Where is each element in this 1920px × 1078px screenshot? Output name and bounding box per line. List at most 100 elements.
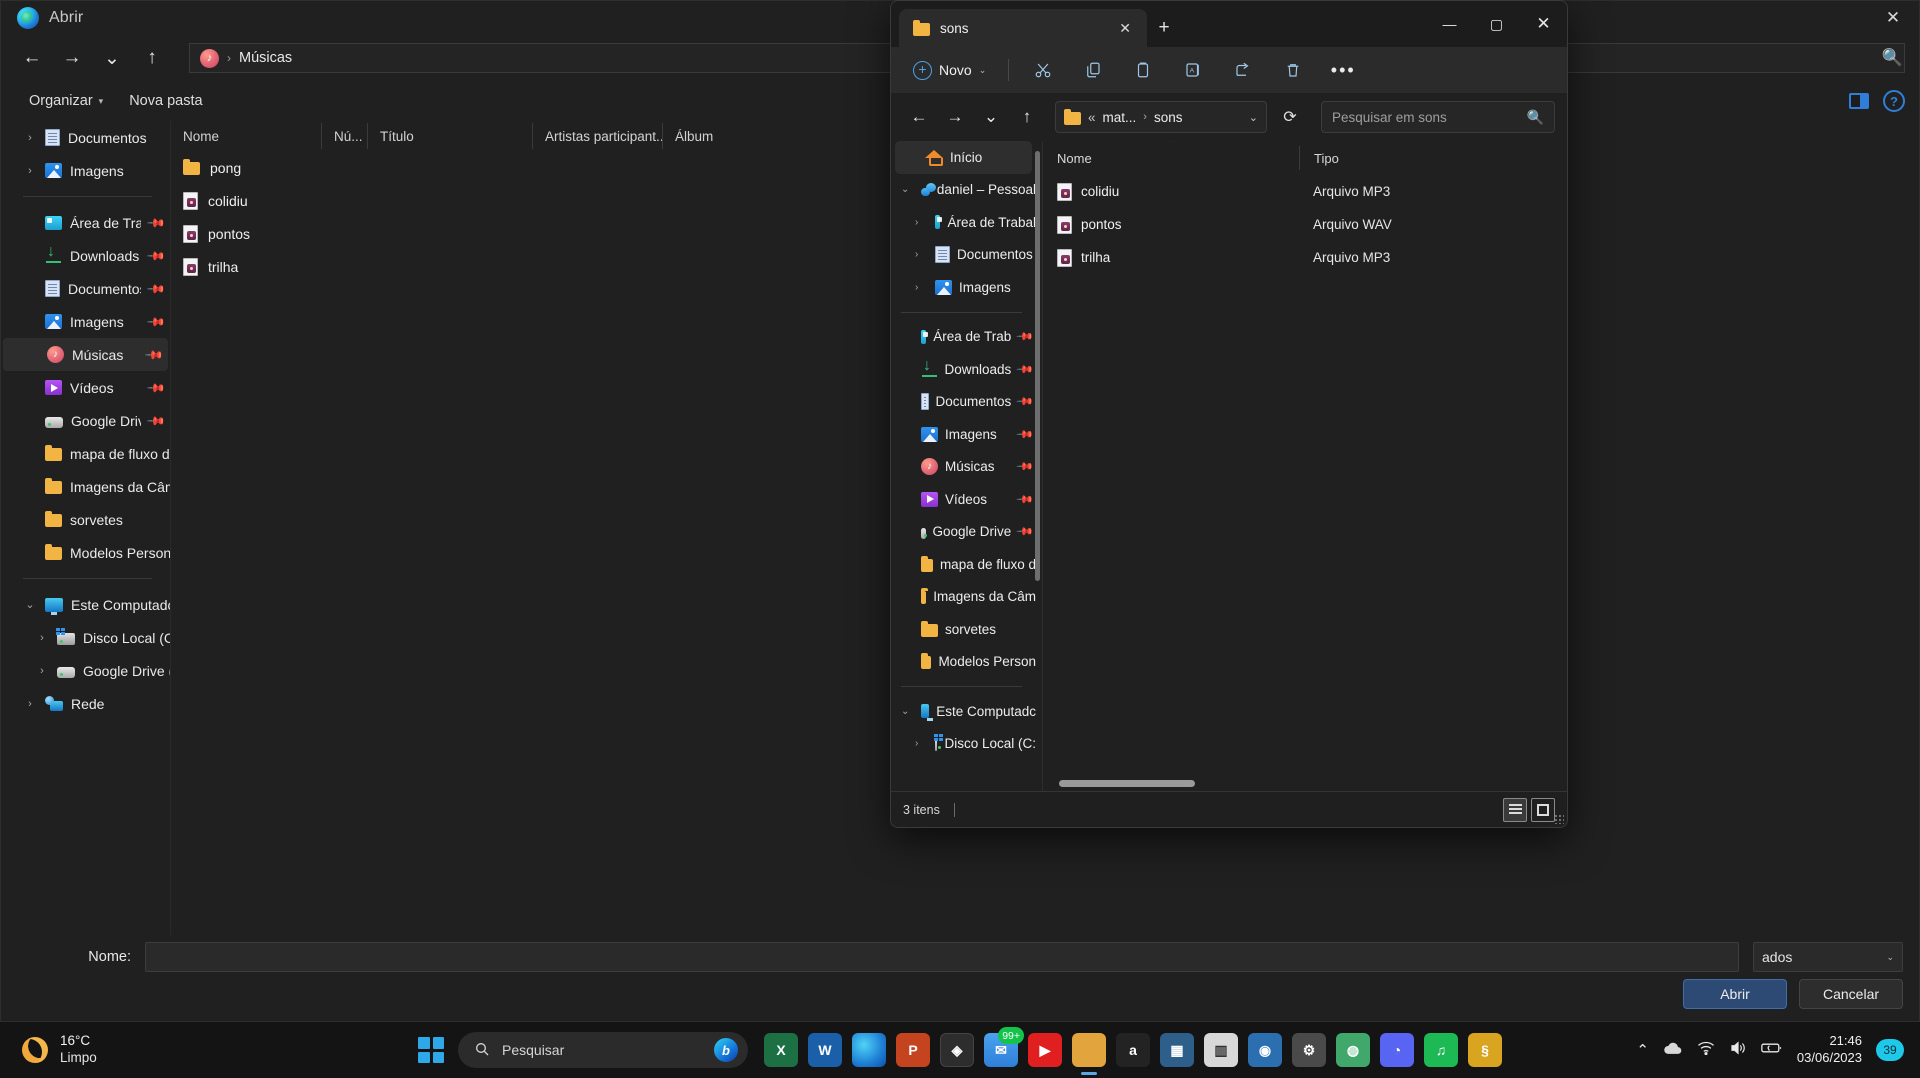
explorer-file-list[interactable]: ⌃ Nome Tipo colidiu Arquivo MP3 pontos A… (1043, 141, 1567, 791)
notification-badge[interactable]: 39 (1876, 1039, 1904, 1061)
tree-item-imagens[interactable]: Imagens 📌 (1, 305, 170, 338)
chevron-down-icon[interactable]: ⌄ (901, 706, 914, 717)
horizontal-scrollbar[interactable] (1043, 780, 1567, 787)
tree-item-documentos[interactable]: Documentos 📌 (1, 272, 170, 305)
chevron-right-icon[interactable]: › (23, 132, 37, 144)
new-button[interactable]: + Novo ⌄ (901, 54, 998, 86)
quick-item-modelos-personalizados[interactable]: Modelos Person (891, 646, 1036, 679)
file-row-colidiu[interactable]: colidiu Arquivo MP3 (1043, 175, 1567, 208)
taskbar-app-spotify[interactable]: ♫ (1424, 1033, 1458, 1067)
tab-sons[interactable]: sons ✕ (899, 9, 1147, 47)
forward-icon[interactable]: → (55, 42, 89, 74)
tree-item-area-de-trabalho[interactable]: Área de Trab 📌 (1, 206, 170, 239)
taskbar-app-word[interactable]: W (808, 1033, 842, 1067)
filename-input[interactable] (145, 942, 1739, 972)
open-dialog-navigation-pane[interactable]: › Documentos › Imagens Área de Trab 📌 (1, 121, 171, 935)
search-icon[interactable]: 🔍 (1882, 48, 1903, 68)
tree-item-onedrive[interactable]: ⌄ daniel – Pessoal (891, 174, 1036, 207)
chevron-down-icon[interactable]: ⌄ (901, 184, 914, 195)
chevron-right-icon[interactable]: › (23, 698, 37, 710)
file-row-trilha[interactable]: trilha Arquivo MP3 (1043, 241, 1567, 274)
taskbar-app-obs[interactable]: ◉ (1248, 1033, 1282, 1067)
chevron-right-icon[interactable]: › (915, 738, 928, 749)
tree-item-imagens[interactable]: › Imagens (891, 271, 1036, 304)
tree-item-musicas[interactable]: ♪ Músicas 📌 (3, 338, 168, 371)
minimize-button[interactable]: — (1426, 1, 1473, 47)
recent-locations-icon[interactable]: ⌄ (95, 42, 129, 74)
trash-icon[interactable] (1269, 54, 1317, 86)
tree-item-este-computador[interactable]: ⌄ Este Computadc (1, 588, 170, 621)
taskbar-app-mail[interactable]: ✉ 99+ (984, 1027, 1024, 1067)
file-row-pontos[interactable]: pontos Arquivo WAV (1043, 208, 1567, 241)
cut-icon[interactable] (1019, 54, 1067, 86)
breadcrumb-current[interactable]: Músicas (239, 50, 292, 66)
tab-close-icon[interactable]: ✕ (1113, 20, 1137, 37)
tree-item-sorvetes[interactable]: sorvetes (1, 503, 170, 536)
tree-item-rede[interactable]: › Rede (1, 687, 170, 720)
tree-item-videos[interactable]: Vídeos 📌 (1, 371, 170, 404)
chevron-up-icon[interactable]: ⌃ (1636, 1041, 1649, 1059)
new-folder-button[interactable]: Nova pasta (129, 93, 202, 109)
column-header-numero[interactable]: Nú... (321, 123, 367, 149)
copilot-icon[interactable]: b (714, 1038, 738, 1062)
taskbar-app-app-yellow[interactable]: § (1468, 1033, 1502, 1067)
breadcrumb-overflow-icon[interactable]: « (1088, 110, 1096, 125)
tree-item-imagens-da-camera[interactable]: Imagens da Câm (1, 470, 170, 503)
tree-item-modelos-personalizados[interactable]: Modelos Person (1, 536, 170, 569)
tree-item-google-drive-root[interactable]: › Google Drive ( (1, 654, 170, 687)
rename-icon[interactable]: A (1169, 54, 1217, 86)
breadcrumb-current[interactable]: sons (1154, 110, 1183, 125)
chevron-down-icon[interactable]: ⌄ (23, 598, 37, 611)
tree-item-mapa-de-fluxo[interactable]: mapa de fluxo d (1, 437, 170, 470)
weather-widget[interactable]: 16°C Limpo (0, 1033, 230, 1067)
maximize-button[interactable]: ▢ (1473, 1, 1520, 47)
taskbar-app-unity[interactable]: ◈ (940, 1033, 974, 1067)
details-view-icon[interactable] (1503, 797, 1527, 822)
column-header-nome[interactable]: ⌃ Nome (171, 123, 321, 149)
tree-item-inicio[interactable]: Início (895, 141, 1032, 174)
column-header-album[interactable]: Álbum (662, 123, 792, 149)
taskbar-app-settings[interactable]: ⚙ (1292, 1033, 1326, 1067)
quick-item-google-drive[interactable]: Google Drive 📌 (891, 516, 1036, 549)
taskbar-search[interactable]: Pesquisar b (458, 1032, 748, 1068)
explorer-navigation-pane[interactable]: Início ⌄ daniel – Pessoal › Área de Trab… (891, 141, 1043, 791)
tree-item-google-drive[interactable]: Google Drive 📌 (1, 404, 170, 437)
tree-item-disco-local[interactable]: › Disco Local (C: (891, 728, 1036, 761)
back-icon[interactable]: ← (903, 102, 935, 132)
back-icon[interactable]: ← (15, 42, 49, 74)
taskbar-app-amazon[interactable]: a (1116, 1033, 1150, 1067)
chevron-right-icon[interactable]: › (35, 665, 49, 677)
quick-item-videos[interactable]: Vídeos 📌 (891, 483, 1036, 516)
taskbar-app-discord[interactable]: ◔ (1380, 1033, 1414, 1067)
tree-item-documentos-top[interactable]: › Documentos (1, 121, 170, 154)
start-icon[interactable] (418, 1037, 444, 1063)
quick-item-mapa-de-fluxo[interactable]: mapa de fluxo d (891, 548, 1036, 581)
taskbar-app-store[interactable]: ▥ (1204, 1033, 1238, 1067)
volume-icon[interactable] (1729, 1040, 1747, 1060)
taskbar-app-file-explorer[interactable] (1072, 1033, 1106, 1067)
file-type-select[interactable]: ados ⌄ (1753, 942, 1903, 972)
scrollbar-thumb[interactable] (1059, 780, 1195, 787)
chevron-right-icon[interactable]: › (915, 282, 928, 293)
new-tab-button[interactable]: + (1147, 9, 1181, 47)
cloud-icon[interactable] (1663, 1041, 1683, 1059)
chevron-right-icon[interactable]: › (35, 632, 49, 644)
share-icon[interactable] (1219, 54, 1267, 86)
tree-item-downloads[interactable]: Downloads 📌 (1, 239, 170, 272)
tiles-view-icon[interactable] (1531, 797, 1555, 822)
column-header-titulo[interactable]: Título (367, 123, 532, 149)
chevron-right-icon[interactable]: › (23, 165, 37, 177)
quick-item-documentos[interactable]: Documentos 📌 (891, 386, 1036, 419)
up-icon[interactable]: ↑ (1011, 102, 1043, 132)
taskbar-app-youtube[interactable]: ▶ (1028, 1033, 1062, 1067)
tree-item-imagens-top[interactable]: › Imagens (1, 154, 170, 187)
more-options-icon[interactable]: ••• (1319, 54, 1367, 86)
taskbar-app-edge[interactable] (852, 1033, 886, 1067)
preview-pane-icon[interactable] (1849, 93, 1869, 109)
quick-item-sorvetes[interactable]: sorvetes (891, 613, 1036, 646)
organize-button[interactable]: Organizar ▾ (29, 93, 103, 109)
column-header-artistas[interactable]: Artistas participant... (532, 123, 662, 149)
tree-item-area-de-trabalho[interactable]: › Área de Trabal (891, 206, 1036, 239)
quick-item-imagens[interactable]: Imagens 📌 (891, 418, 1036, 451)
help-icon[interactable]: ? (1883, 90, 1905, 112)
